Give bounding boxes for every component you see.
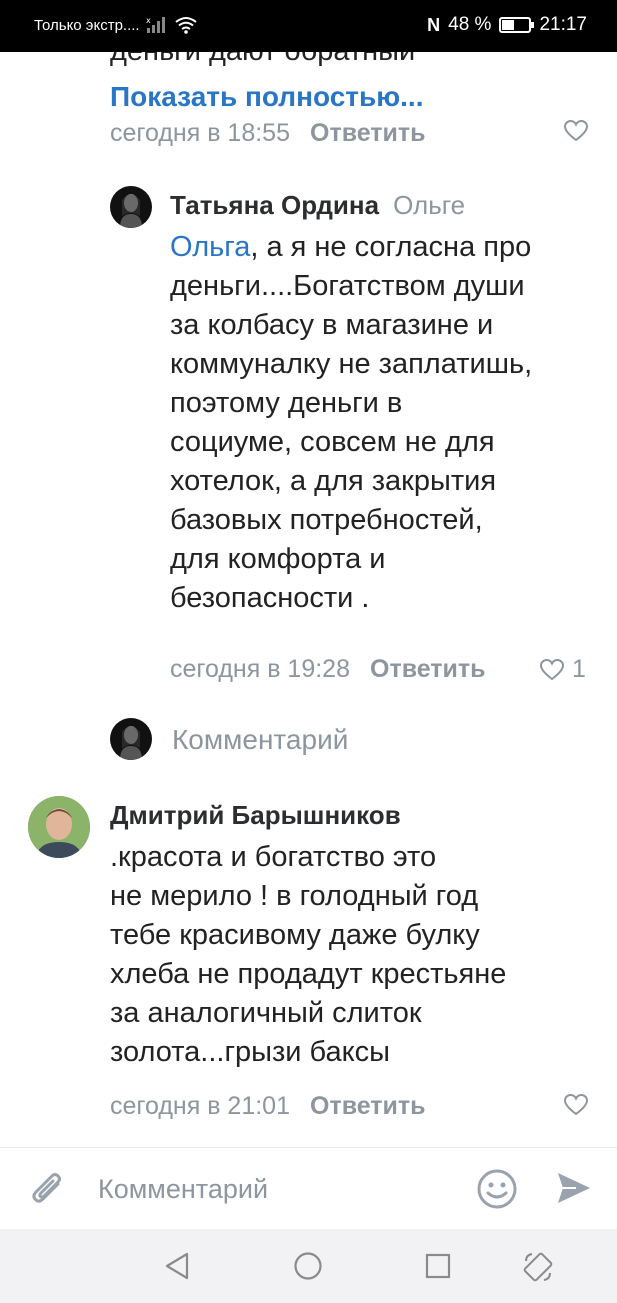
heart-icon <box>564 120 588 142</box>
square-recents-icon[interactable] <box>424 1252 452 1280</box>
comment-truncated-line: деньги дают обратный <box>110 52 415 71</box>
battery-icon <box>499 17 535 33</box>
show-more-link[interactable]: Показать полностью... <box>110 77 423 116</box>
comment-composer: Комментарий <box>0 1147 617 1229</box>
heart-icon <box>564 1094 588 1116</box>
battery-percent: 48 % <box>448 14 492 35</box>
comments-feed[interactable]: деньги дают обратный Показать полностью.… <box>0 52 617 1147</box>
send-icon[interactable] <box>556 1170 592 1206</box>
comment-time: сегодня в 19:28 <box>170 655 350 683</box>
system-navigation-bar <box>0 1229 617 1303</box>
nfc-icon: N <box>427 14 441 35</box>
comment-author[interactable]: Татьяна Ордина <box>170 190 379 221</box>
clock: 21:17 <box>539 14 587 35</box>
like-button[interactable]: 1 <box>540 655 586 684</box>
avatar-silhouette-icon <box>120 726 142 760</box>
like-button[interactable] <box>564 120 588 142</box>
comment-body: .красота и богатство это не мерило ! в г… <box>110 841 507 1068</box>
like-count: 1 <box>572 655 586 683</box>
avatar-photo-icon <box>28 796 90 858</box>
reply-button[interactable]: Ответить <box>310 119 426 148</box>
wifi-icon <box>174 17 197 34</box>
status-bar: Только экстр.... x N 48 % 21:17 <box>0 0 617 52</box>
comment-time: сегодня в 21:01 <box>110 1092 290 1120</box>
comment-body: Ольга, а я не согласна про деньги....Бог… <box>170 231 533 614</box>
smiley-icon[interactable] <box>476 1168 518 1210</box>
avatar <box>110 718 152 760</box>
like-button[interactable] <box>564 1094 588 1116</box>
reply-to[interactable]: Ольге <box>393 190 465 221</box>
comment-author[interactable]: Дмитрий Барышников <box>110 800 401 831</box>
mention-link[interactable]: Ольга <box>170 231 250 263</box>
reply-button[interactable]: Ответить <box>310 1092 426 1121</box>
circle-home-icon[interactable] <box>293 1251 323 1281</box>
signal-icon: x <box>146 16 165 33</box>
reply-button[interactable]: Ответить <box>370 655 486 684</box>
rotate-icon[interactable] <box>520 1249 556 1285</box>
avatar-silhouette-icon <box>120 194 142 228</box>
comment-time: сегодня в 18:55 <box>110 119 290 147</box>
triangle-back-icon[interactable] <box>163 1251 191 1281</box>
heart-icon <box>540 658 564 680</box>
avatar[interactable] <box>110 186 152 228</box>
avatar[interactable] <box>28 796 90 858</box>
svg-text:x: x <box>146 16 151 25</box>
comment-input[interactable]: Комментарий <box>98 1174 268 1205</box>
carrier-text: Только экстр.... <box>34 16 140 34</box>
paperclip-icon[interactable] <box>30 1170 68 1210</box>
thread-reply-placeholder[interactable]: Комментарий <box>172 724 348 756</box>
